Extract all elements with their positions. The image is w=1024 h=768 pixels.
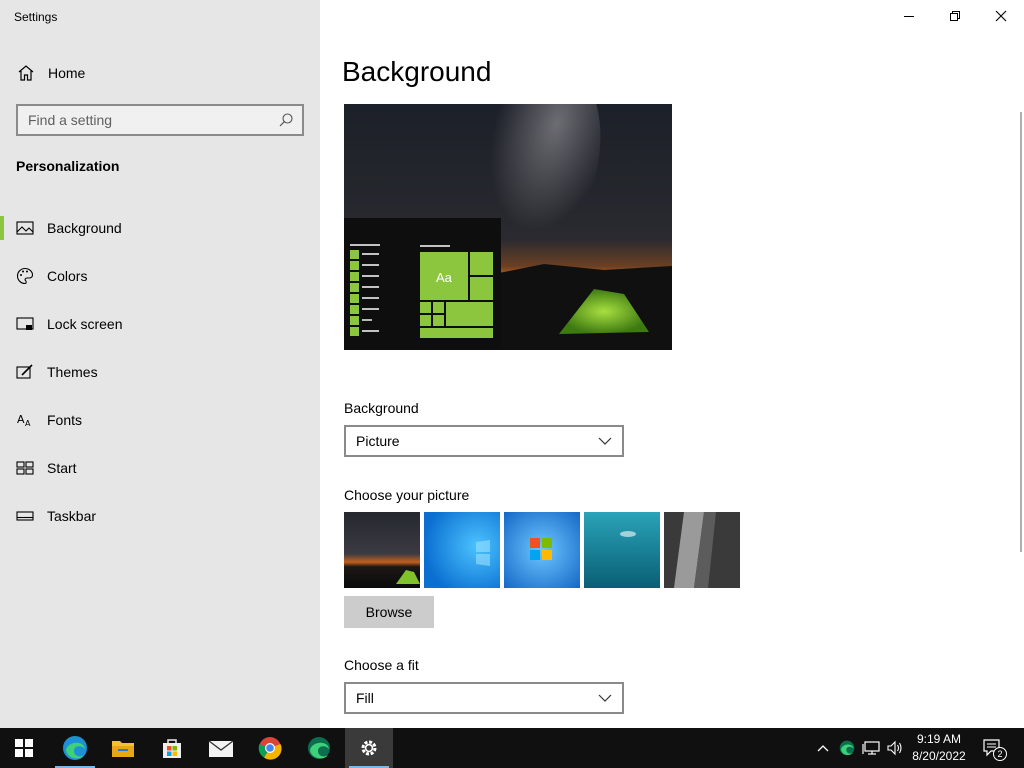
start-menu-icon bbox=[16, 461, 34, 475]
chevron-up-icon bbox=[817, 745, 829, 752]
search-box[interactable] bbox=[16, 104, 304, 136]
picture-thumbnail[interactable] bbox=[664, 512, 740, 588]
settings-window: Settings Home Personalization Backg bbox=[0, 0, 1024, 728]
picture-icon bbox=[16, 221, 34, 235]
sidebar-item-label: Colors bbox=[47, 268, 88, 284]
svg-text:A: A bbox=[25, 419, 31, 428]
background-label: Background bbox=[344, 400, 419, 416]
sidebar-item-label: Themes bbox=[47, 364, 98, 380]
windows-logo-icon bbox=[15, 739, 33, 757]
close-button[interactable] bbox=[978, 0, 1024, 32]
start-button[interactable] bbox=[0, 728, 48, 768]
sidebar-item-label: Lock screen bbox=[47, 316, 123, 332]
selection-indicator bbox=[0, 216, 4, 240]
network-icon bbox=[862, 741, 880, 755]
sidebar-item-fonts[interactable]: A A Fonts bbox=[0, 396, 320, 444]
speaker-icon bbox=[887, 740, 902, 756]
sidebar-item-themes[interactable]: Themes bbox=[0, 348, 320, 396]
home-label: Home bbox=[48, 65, 86, 81]
home-nav-item[interactable]: Home bbox=[0, 56, 320, 90]
sidebar-item-start[interactable]: Start bbox=[0, 444, 320, 492]
sidebar: Settings Home Personalization Backg bbox=[0, 0, 320, 728]
taskbar-settings-icon bbox=[16, 511, 34, 521]
choose-fit-label: Choose a fit bbox=[344, 657, 419, 673]
edge-dev-icon bbox=[308, 737, 330, 759]
edge-dev-tray-icon bbox=[839, 740, 855, 756]
clock[interactable]: 9:19 AM 8/20/2022 bbox=[904, 731, 974, 765]
close-icon bbox=[995, 10, 1007, 22]
taskbar-app-edge[interactable] bbox=[51, 728, 99, 768]
picture-thumbnails bbox=[344, 512, 740, 588]
sidebar-item-taskbar[interactable]: Taskbar bbox=[0, 492, 320, 540]
taskbar-app-store[interactable] bbox=[148, 728, 196, 768]
fit-dropdown[interactable]: Fill bbox=[344, 682, 624, 714]
chevron-down-icon bbox=[598, 694, 612, 702]
taskbar-app-mail[interactable] bbox=[197, 728, 245, 768]
fit-value: Fill bbox=[356, 690, 374, 706]
background-type-dropdown[interactable]: Picture bbox=[344, 425, 624, 457]
clock-date: 8/20/2022 bbox=[912, 749, 966, 763]
personalization-nav: Background Colors Lock screen Themes A A… bbox=[0, 204, 320, 540]
notification-count-badge: 2 bbox=[993, 747, 1007, 761]
sidebar-item-label: Taskbar bbox=[47, 508, 97, 524]
volume-tray[interactable] bbox=[884, 728, 906, 768]
background-type-value: Picture bbox=[356, 433, 400, 449]
store-icon bbox=[163, 739, 181, 758]
main-content: Background Aa Background Picture Choose … bbox=[320, 0, 1024, 728]
sidebar-item-colors[interactable]: Colors bbox=[0, 252, 320, 300]
sidebar-item-background[interactable]: Background bbox=[0, 204, 320, 252]
settings-gear-icon bbox=[361, 740, 377, 756]
scrollbar[interactable] bbox=[1020, 112, 1022, 552]
picture-thumbnail[interactable] bbox=[344, 512, 420, 588]
minimize-button[interactable] bbox=[886, 0, 932, 32]
svg-text:A: A bbox=[17, 413, 25, 426]
sidebar-item-label: Start bbox=[47, 460, 77, 476]
edge-icon bbox=[63, 736, 87, 760]
window-controls bbox=[886, 0, 1024, 32]
sidebar-item-label: Background bbox=[47, 220, 122, 236]
page-title: Background bbox=[342, 56, 492, 87]
clock-time: 9:19 AM bbox=[916, 732, 962, 746]
restore-button[interactable] bbox=[932, 0, 978, 32]
lock-screen-icon bbox=[16, 317, 34, 330]
taskbar-app-edge-dev[interactable] bbox=[295, 728, 343, 768]
picture-thumbnail[interactable] bbox=[584, 512, 660, 588]
restore-icon bbox=[950, 11, 960, 21]
search-input[interactable] bbox=[18, 112, 278, 128]
chrome-icon bbox=[258, 737, 282, 760]
taskbar-app-file-explorer[interactable] bbox=[99, 728, 147, 768]
action-center-button[interactable]: 2 bbox=[978, 728, 1008, 768]
fonts-icon: A A bbox=[17, 413, 31, 428]
browse-button[interactable]: Browse bbox=[344, 596, 434, 628]
sidebar-item-label: Fonts bbox=[47, 412, 83, 428]
show-hidden-icons-button[interactable] bbox=[814, 728, 832, 768]
mail-icon bbox=[208, 740, 234, 757]
taskbar-app-chrome[interactable] bbox=[246, 728, 294, 768]
network-tray[interactable] bbox=[860, 728, 882, 768]
picture-thumbnail[interactable] bbox=[424, 512, 500, 588]
tray-edge-dev[interactable] bbox=[836, 728, 858, 768]
palette-icon bbox=[17, 267, 34, 285]
file-explorer-icon bbox=[112, 741, 134, 757]
choose-picture-label: Choose your picture bbox=[344, 487, 470, 503]
taskbar-app-settings[interactable] bbox=[345, 728, 393, 768]
desktop-preview: Aa bbox=[344, 104, 672, 350]
section-title: Personalization bbox=[16, 158, 120, 174]
wallpaper-preview-image bbox=[344, 104, 672, 350]
preview-tile-text: Aa bbox=[436, 270, 452, 285]
home-icon bbox=[18, 65, 34, 81]
picture-thumbnail[interactable] bbox=[504, 512, 580, 588]
minimize-icon bbox=[904, 16, 914, 17]
chevron-down-icon bbox=[598, 437, 612, 445]
taskbar: 9:19 AM 8/20/2022 2 bbox=[0, 728, 1024, 768]
search-icon[interactable] bbox=[278, 112, 294, 128]
sidebar-item-lock-screen[interactable]: Lock screen bbox=[0, 300, 320, 348]
app-title: Settings bbox=[14, 10, 58, 24]
themes-icon bbox=[16, 364, 33, 379]
